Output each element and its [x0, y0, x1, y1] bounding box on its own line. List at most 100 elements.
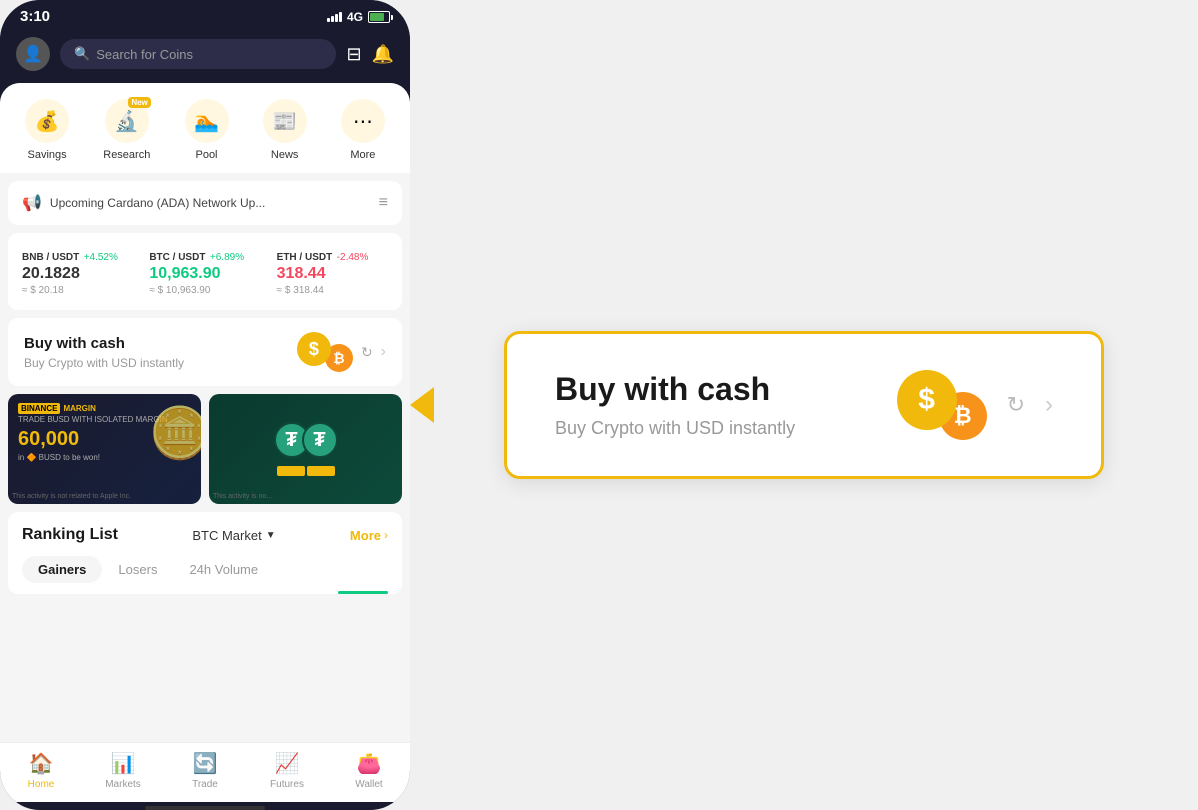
- nav-trade[interactable]: 🔄 Trade: [164, 751, 246, 790]
- news-icon: 📰: [263, 99, 307, 143]
- scan-icon[interactable]: ⊟: [346, 44, 361, 65]
- tether-coin-icon-2: ₮: [302, 422, 338, 458]
- green-coins-visual: ₮ ₮: [217, 402, 394, 496]
- highlighted-card[interactable]: Buy with cash Buy Crypto with USD instan…: [504, 331, 1104, 479]
- nav-home[interactable]: 🏠 Home: [0, 751, 82, 790]
- chevron-right-icon: ›: [381, 343, 386, 361]
- highlighted-area: Buy with cash Buy Crypto with USD instan…: [410, 291, 1198, 519]
- ticker-btc-change: +6.89%: [210, 252, 244, 263]
- research-icon: 🔬 New: [105, 99, 149, 143]
- search-icon: 🔍: [74, 46, 90, 62]
- hcard-dollar-icon: $: [897, 370, 957, 430]
- more-button[interactable]: More: [350, 528, 381, 543]
- savings-icon: 💰: [25, 99, 69, 143]
- promo-banner-tether[interactable]: ₮ ₮ This activity is no...: [209, 394, 402, 504]
- home-indicator: [145, 806, 265, 810]
- wallet-icon: 👛: [357, 751, 382, 776]
- tab-losers[interactable]: Losers: [102, 556, 173, 583]
- ticker-eth-usd: ≈ $ 318.44: [277, 285, 388, 296]
- announcement-bar[interactable]: 📢 Upcoming Cardano (ADA) Network Up... ≡: [8, 181, 402, 225]
- ticker-bnb[interactable]: BNB / USDT +4.52% 20.1828 ≈ $ 20.18: [22, 247, 133, 296]
- announcement-icon: 📢: [22, 193, 42, 213]
- more-icon: ⋯: [341, 99, 385, 143]
- refresh-icon: ↻: [361, 344, 373, 361]
- status-bar: 3:10 4G: [0, 0, 410, 29]
- tab-gainers[interactable]: Gainers: [22, 556, 102, 583]
- hcard-chevron-icon[interactable]: ›: [1045, 391, 1053, 419]
- futures-icon: 📈: [275, 751, 300, 776]
- nav-wallet[interactable]: 👛 Wallet: [328, 751, 410, 790]
- nav-markets-label: Markets: [105, 779, 141, 790]
- dropdown-arrow-icon[interactable]: ▼: [266, 530, 276, 541]
- quick-actions: 💰 Savings 🔬 New Research 🏊 Pool 📰 News ⋯: [0, 83, 410, 173]
- phone-content: 💰 Savings 🔬 New Research 🏊 Pool 📰 News ⋯: [0, 83, 410, 742]
- tab-indicator-row: [22, 591, 388, 594]
- trade-icon: 🔄: [193, 751, 218, 776]
- battery-icon: [368, 11, 390, 23]
- action-news[interactable]: 📰 News: [263, 99, 307, 161]
- bell-icon[interactable]: 🔔: [372, 44, 394, 65]
- action-savings-label: Savings: [28, 149, 67, 161]
- ticker-bnb-usd: ≈ $ 20.18: [22, 285, 133, 296]
- action-pool-label: Pool: [195, 149, 217, 161]
- action-more[interactable]: ⋯ More: [341, 99, 385, 161]
- home-icon: 🏠: [29, 751, 54, 776]
- price-ticker: BNB / USDT +4.52% 20.1828 ≈ $ 20.18 BTC …: [8, 233, 402, 310]
- ticker-bnb-price: 20.1828: [22, 265, 133, 283]
- nav-wallet-label: Wallet: [355, 779, 382, 790]
- action-research-label: Research: [103, 149, 150, 161]
- markets-icon: 📊: [111, 751, 136, 776]
- action-news-label: News: [271, 149, 299, 161]
- search-box[interactable]: 🔍 Search for Coins: [60, 39, 336, 69]
- status-time: 3:10: [20, 8, 50, 25]
- action-research[interactable]: 🔬 New Research: [103, 99, 150, 161]
- avatar[interactable]: 👤: [16, 37, 50, 71]
- btc-market-label: BTC Market: [192, 528, 261, 543]
- buy-cash-title: Buy with cash: [24, 335, 184, 352]
- ranking-header: Ranking List BTC Market ▼ More ›: [22, 526, 388, 544]
- nav-markets[interactable]: 📊 Markets: [82, 751, 164, 790]
- action-pool[interactable]: 🏊 Pool: [185, 99, 229, 161]
- action-more-label: More: [350, 149, 375, 161]
- ticker-eth-price: 318.44: [277, 265, 388, 283]
- pool-icon: 🏊: [185, 99, 229, 143]
- nav-trade-label: Trade: [192, 779, 218, 790]
- status-right: 4G: [327, 10, 390, 24]
- search-area: 👤 🔍 Search for Coins ⊟ 🔔: [0, 29, 410, 83]
- nav-home-label: Home: [28, 779, 55, 790]
- tab-indicator: [338, 591, 388, 594]
- search-placeholder: Search for Coins: [96, 47, 193, 62]
- ticker-eth[interactable]: ETH / USDT -2.48% 318.44 ≈ $ 318.44: [277, 247, 388, 296]
- new-badge: New: [128, 97, 150, 108]
- buy-cash-subtitle: Buy Crypto with USD instantly: [24, 356, 184, 370]
- promo-banners: BINANCEMARGIN TRADE BUSD WITH ISOLATED M…: [8, 394, 402, 504]
- ticker-bnb-pair: BNB / USDT: [22, 252, 79, 263]
- phone-container: 3:10 4G 👤 🔍 Search for Coins ⊟ 🔔: [0, 0, 410, 810]
- ticker-btc-usd: ≈ $ 10,963.90: [149, 285, 260, 296]
- ticker-eth-change: -2.48%: [337, 252, 369, 263]
- tab-24h-volume[interactable]: 24h Volume: [173, 556, 274, 583]
- coin-visual-icon: 🪙: [149, 404, 201, 463]
- nav-futures[interactable]: 📈 Futures: [246, 751, 328, 790]
- promo-disclaimer-2: This activity is no...: [213, 493, 272, 500]
- announcement-text: Upcoming Cardano (ADA) Network Up...: [50, 196, 265, 210]
- ranking-title: Ranking List: [22, 526, 118, 544]
- signal-icon: [327, 12, 342, 22]
- buy-cash-card[interactable]: Buy with cash Buy Crypto with USD instan…: [8, 318, 402, 386]
- ticker-eth-pair: ETH / USDT: [277, 252, 333, 263]
- ticker-btc-pair: BTC / USDT: [149, 252, 205, 263]
- action-savings[interactable]: 💰 Savings: [25, 99, 69, 161]
- coin-icons: $ ₿: [297, 332, 353, 372]
- list-icon[interactable]: ≡: [379, 194, 388, 212]
- ticker-btc-price: 10,963.90: [149, 265, 260, 283]
- hcard-subtitle: Buy Crypto with USD instantly: [555, 418, 795, 439]
- more-chevron-icon: ›: [384, 528, 388, 542]
- hcard-title: Buy with cash: [555, 371, 795, 408]
- ticker-btc[interactable]: BTC / USDT +6.89% 10,963.90 ≈ $ 10,963.9…: [149, 247, 260, 296]
- gold-bars-visual: [277, 466, 335, 476]
- bottom-nav: 🏠 Home 📊 Markets 🔄 Trade 📈 Futures 👛 Wal…: [0, 742, 410, 802]
- ranking-tabs: Gainers Losers 24h Volume: [22, 556, 388, 583]
- promo-banner-margin[interactable]: BINANCEMARGIN TRADE BUSD WITH ISOLATED M…: [8, 394, 201, 504]
- arrow-pointer: [410, 387, 434, 423]
- dollar-coin-icon: $: [297, 332, 331, 366]
